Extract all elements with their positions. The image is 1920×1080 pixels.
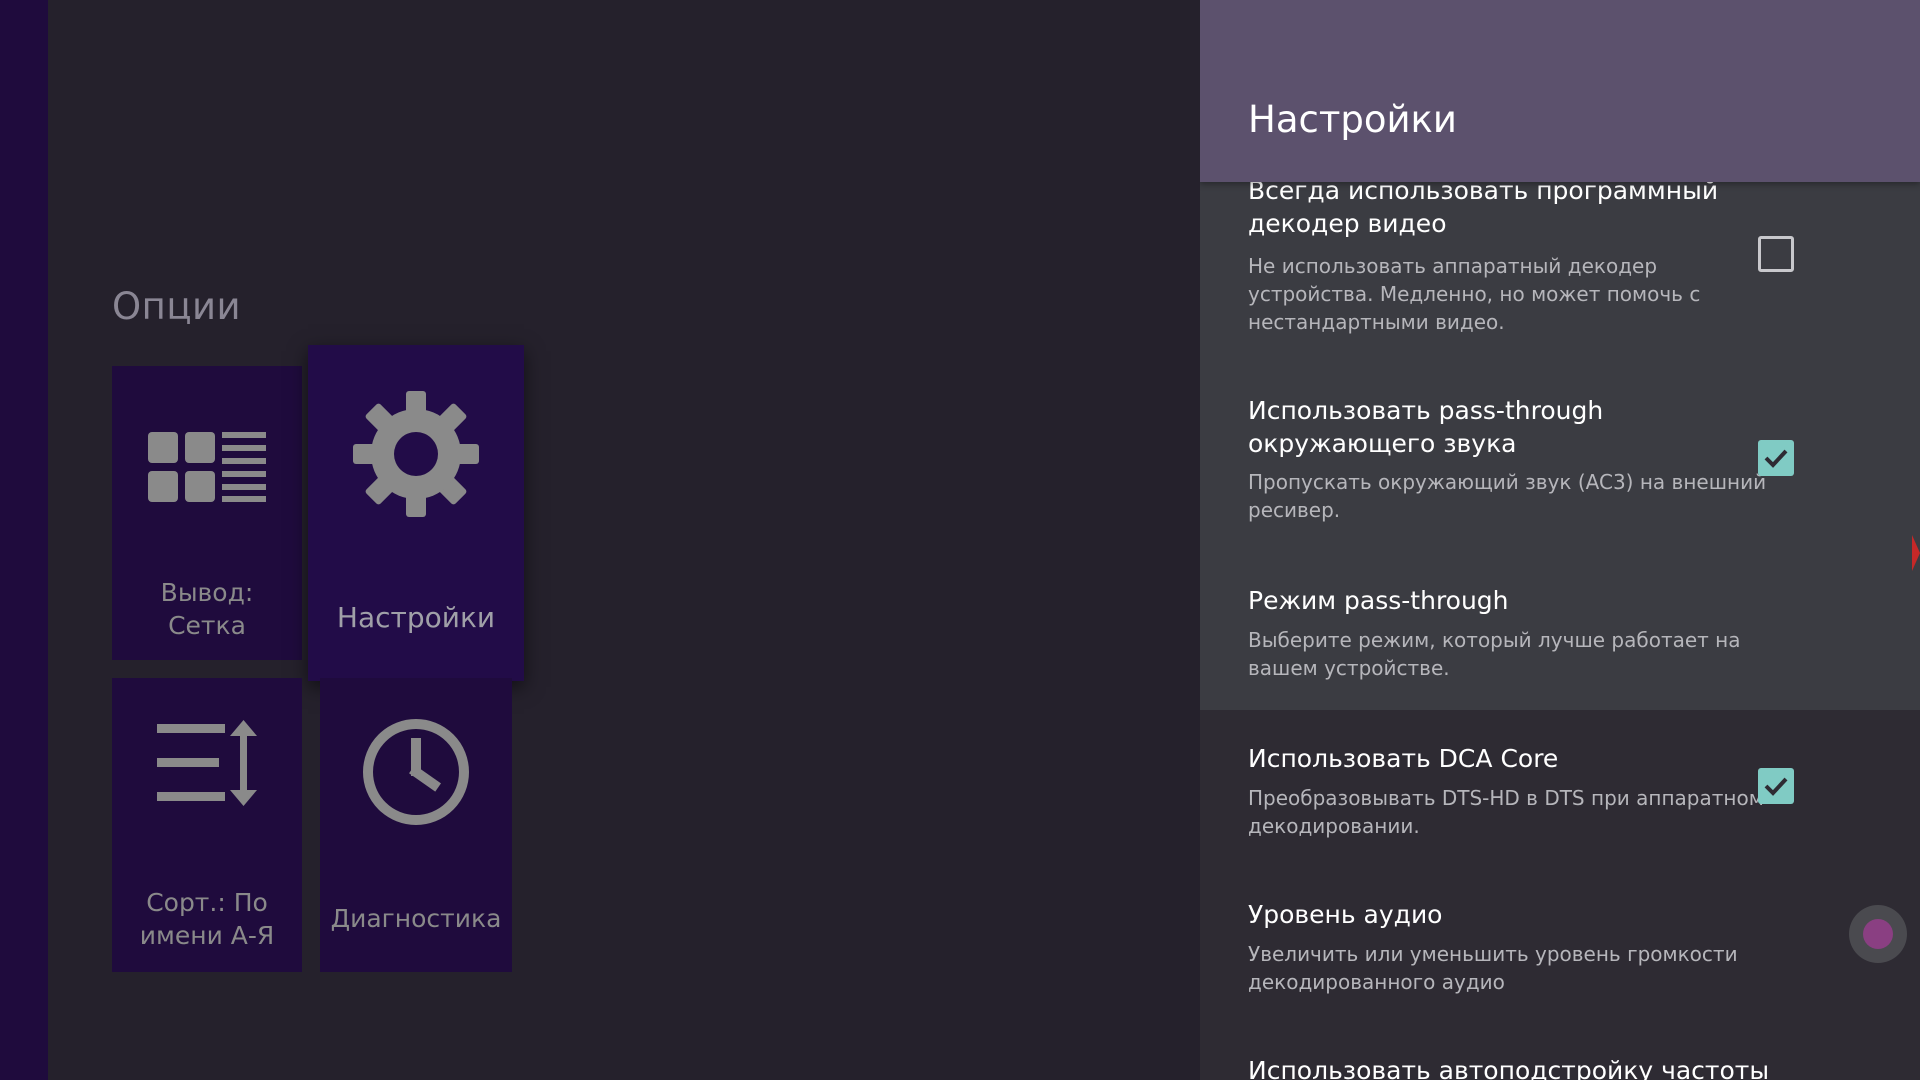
pref-title: Уровень аудио (1248, 900, 1443, 929)
pref-summary: Увеличить или уменьшить уровень громкост… (1248, 942, 1738, 994)
checkmark-icon (1764, 777, 1788, 796)
tile-settings[interactable]: Настройки (308, 345, 524, 681)
settings-title: Настройки (1248, 98, 1457, 141)
tile-diagnostics[interactable]: Диагностика (320, 678, 512, 972)
pref-title: Использовать pass-through окружающего зв… (1248, 396, 1604, 458)
tile-label: Диагностика (330, 904, 502, 933)
pref-title: Использовать DCA Core (1248, 744, 1559, 773)
tile-sort[interactable]: Сорт.: По имени А-Я (112, 678, 302, 972)
floating-cursor-dot[interactable] (1849, 905, 1907, 963)
pref-auto-refresh-rate[interactable]: Использовать автоподстройку частоты (1200, 1022, 1920, 1080)
tile-label: Настройки (336, 601, 496, 634)
pref-summary: Пропускать окружающий звук (AC3) на внеш… (1248, 470, 1767, 522)
pref-summary: Преобразовывать DTS-HD в DTS при аппарат… (1248, 786, 1764, 838)
pref-summary: Не использовать аппаратный декодер устро… (1248, 254, 1701, 334)
pref-passthrough-mode[interactable]: Режим pass-through Выберите режим, котор… (1200, 552, 1920, 710)
tile-view-mode[interactable]: Вывод: Сетка (112, 366, 302, 660)
edge-arrow-icon (1912, 535, 1920, 571)
clock-icon (320, 718, 512, 826)
pref-dca-core[interactable]: Использовать DCA Core Преобразовывать DT… (1200, 710, 1920, 866)
pref-audio-level[interactable]: Уровень аудио Увеличить или уменьшить ур… (1200, 866, 1920, 1022)
options-title: Опции (112, 285, 242, 328)
passthrough-checkbox[interactable] (1758, 440, 1794, 476)
grid-view-icon (112, 432, 302, 502)
settings-header: Настройки (1200, 0, 1920, 182)
pref-title: Всегда использовать программный декодер … (1248, 176, 1719, 238)
pref-passthrough[interactable]: Использовать pass-through окружающего зв… (1200, 362, 1920, 552)
pref-software-decoder[interactable]: Всегда использовать программный декодер … (1200, 176, 1920, 362)
tile-label: Сорт.: По имени А-Я (139, 888, 275, 950)
checkmark-icon (1764, 449, 1788, 468)
pref-summary: Выберите режим, который лучше работает н… (1248, 628, 1741, 680)
left-edge-strip (0, 0, 48, 1080)
tile-label: Вывод: Сетка (160, 578, 254, 640)
settings-panel: Настройки Всегда использовать программны… (1200, 0, 1920, 1080)
pref-title: Использовать автоподстройку частоты (1248, 1056, 1770, 1080)
sort-icon (112, 720, 302, 806)
gear-icon (308, 391, 524, 517)
dca-core-checkbox[interactable] (1758, 768, 1794, 804)
pref-title: Режим pass-through (1248, 586, 1509, 615)
software-decoder-checkbox[interactable] (1758, 236, 1794, 272)
